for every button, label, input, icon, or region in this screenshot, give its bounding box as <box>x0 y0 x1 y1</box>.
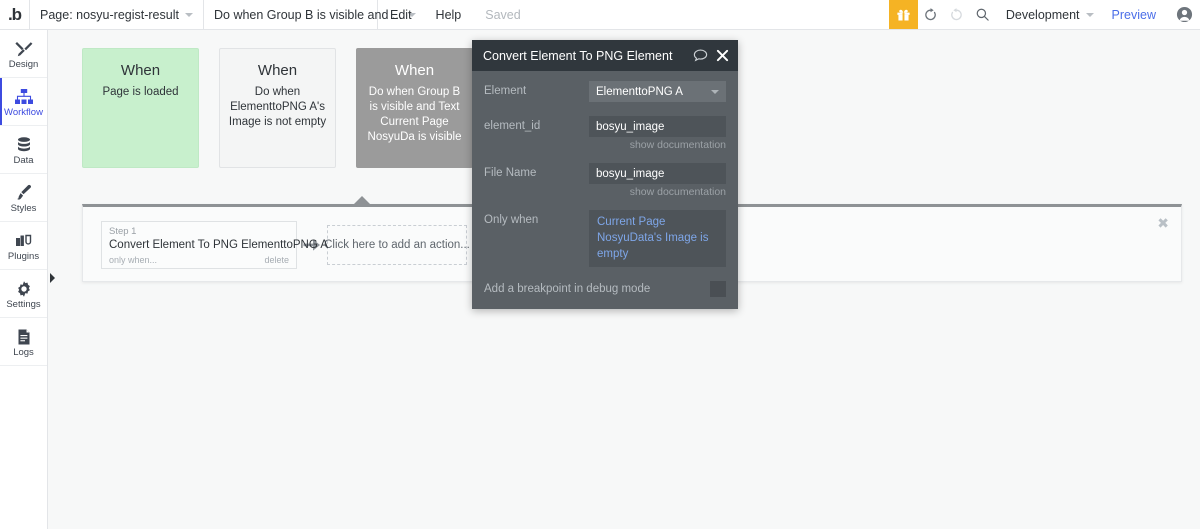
field-only-when: Only when Current Page NosyuData's Image… <box>484 210 726 267</box>
dialog-title: Convert Element To PNG Element <box>483 48 673 63</box>
sidebar-item-label: Plugins <box>7 250 40 262</box>
search-icon[interactable] <box>970 0 996 29</box>
save-status: Saved <box>485 7 521 22</box>
sidebar-item-label: Styles <box>10 202 37 214</box>
database-icon <box>15 134 33 154</box>
sidebar-item-workflow[interactable]: Workflow <box>0 78 47 126</box>
page-selector-label: Page: nosyu-regist-result <box>40 7 179 22</box>
sidebar-item-label: Design <box>8 58 39 70</box>
show-documentation-link[interactable]: show documentation <box>589 139 726 151</box>
field-control: Current Page NosyuData's Image is empty <box>589 210 726 267</box>
sidebar-item-styles[interactable]: Styles <box>0 174 47 222</box>
dialog-body: Element ElementtoPNG A element_id bosyu_… <box>472 71 738 309</box>
chevron-down-icon <box>1085 12 1094 17</box>
workflow-steps-row: Step 1 Convert Element To PNG ElementtoP… <box>101 221 470 269</box>
element-id-value: bosyu_image <box>596 120 665 133</box>
field-control: bosyu_image show documentation <box>589 116 726 159</box>
workflow-event-card-selected[interactable]: When Do when Group B is visible and Text… <box>356 48 473 168</box>
plugins-icon <box>14 230 33 250</box>
workflow-selector[interactable]: Do when Group B is visible and ... <box>204 0 417 29</box>
workflow-event-card[interactable]: When Do when ElementtoPNG A's Image is n… <box>219 48 336 168</box>
redo-icon <box>944 0 970 29</box>
workflow-selector-label: Do when Group B is visible and ... <box>214 7 403 22</box>
field-label: element_id <box>484 120 541 132</box>
version-selector[interactable]: Development <box>996 0 1100 29</box>
page-selector[interactable]: Page: nosyu-regist-result <box>30 0 204 29</box>
selected-event-pointer <box>354 196 370 204</box>
brush-icon <box>14 182 33 202</box>
field-element: Element ElementtoPNG A <box>484 81 726 102</box>
workflow-step-card[interactable]: Step 1 Convert Element To PNG ElementtoP… <box>101 221 329 269</box>
field-control: bosyu_image show documentation <box>589 163 726 206</box>
close-icon[interactable] <box>716 49 729 62</box>
breakpoint-row: Add a breakpoint in debug mode <box>484 281 726 297</box>
event-card-subtitle: Page is loaded <box>102 86 179 98</box>
bubble-logo-glyph: .b <box>7 5 22 24</box>
version-selector-label: Development <box>1005 7 1080 22</box>
field-label: Only when <box>484 214 539 226</box>
workflow-events-row: When Page is loaded When Do when Element… <box>82 48 473 168</box>
field-label: Element <box>484 85 527 97</box>
field-label: File Name <box>484 167 537 179</box>
file-name-input[interactable]: bosyu_image <box>589 163 726 184</box>
sidebar-item-label: Data <box>13 154 34 166</box>
step-number-label: Step 1 <box>109 226 137 237</box>
sidebar-item-design[interactable]: Design <box>0 30 47 78</box>
show-documentation-link[interactable]: show documentation <box>589 186 726 198</box>
collapse-arrow-icon[interactable] <box>47 270 59 286</box>
logs-icon <box>16 326 32 346</box>
help-menu[interactable]: Help <box>424 0 474 29</box>
top-toolbar-right: Development Preview <box>888 0 1200 29</box>
top-toolbar: .b Page: nosyu-regist-result Do when Gro… <box>0 0 1200 30</box>
bubble-logo[interactable]: .b <box>0 0 30 29</box>
gear-icon <box>15 278 33 298</box>
event-card-title: When <box>257 62 298 79</box>
only-when-expression[interactable]: Current Page NosyuData's Image is empty <box>589 210 726 267</box>
sidebar-item-settings[interactable]: Settings <box>0 270 47 318</box>
event-card-title: When <box>120 62 161 79</box>
workflow-event-card[interactable]: When Page is loaded <box>82 48 199 168</box>
undo-icon[interactable] <box>918 0 944 29</box>
event-card-subtitle: Do when ElementtoPNG A's Image is not em… <box>228 86 327 128</box>
sidebar-item-logs[interactable]: Logs <box>0 318 47 366</box>
add-action-button[interactable]: Click here to add an action... <box>324 225 470 265</box>
element-select-value: ElementtoPNG A <box>596 85 683 98</box>
workflow-icon <box>14 86 34 106</box>
design-icon <box>14 38 34 58</box>
field-control: ElementtoPNG A <box>589 81 726 102</box>
sidebar-item-label: Settings <box>6 298 41 310</box>
sidebar-item-label: Logs <box>13 346 34 358</box>
sidebar-item-plugins[interactable]: Plugins <box>0 222 47 270</box>
field-element-id: element_id bosyu_image show documentatio… <box>484 116 726 159</box>
step-only-when-link[interactable]: only when... <box>109 255 157 265</box>
edit-menu[interactable]: Edit <box>378 0 424 29</box>
element-select[interactable]: ElementtoPNG A <box>589 81 726 102</box>
preview-button[interactable]: Preview <box>1100 0 1168 29</box>
step-card-footer: only when... delete <box>109 255 289 265</box>
action-properties-dialog: Convert Element To PNG Element Element E… <box>472 40 738 309</box>
sidebar-item-data[interactable]: Data <box>0 126 47 174</box>
chevron-down-icon <box>711 89 719 94</box>
step-delete-link[interactable]: delete <box>264 255 289 265</box>
sidebar-item-label: Workflow <box>4 106 43 118</box>
event-card-subtitle: Do when Group B is visible and Text Curr… <box>367 86 462 143</box>
chevron-down-icon <box>185 12 193 17</box>
step-title: Convert Element To PNG ElementtoPNG A <box>109 239 329 251</box>
breakpoint-checkbox[interactable] <box>710 281 726 297</box>
event-card-title: When <box>394 62 435 79</box>
field-file-name: File Name bosyu_image show documentation <box>484 163 726 206</box>
user-avatar-icon[interactable] <box>1168 0 1200 29</box>
close-icon[interactable]: ✖ <box>1157 216 1169 230</box>
file-name-value: bosyu_image <box>596 167 665 180</box>
element-id-input[interactable]: bosyu_image <box>589 116 726 137</box>
left-sidebar: Design Workflow Data Styles Plugins Sett… <box>0 30 55 529</box>
dialog-header: Convert Element To PNG Element <box>472 40 738 71</box>
comment-bubble-icon[interactable] <box>693 49 708 62</box>
breakpoint-label: Add a breakpoint in debug mode <box>484 283 651 295</box>
gift-icon[interactable] <box>888 0 918 29</box>
